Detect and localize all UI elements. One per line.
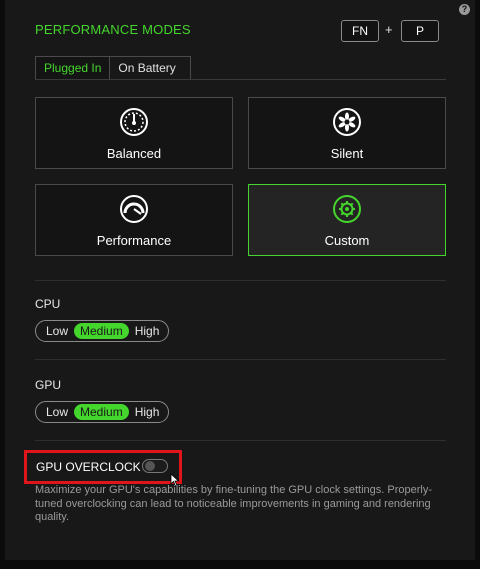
shortcut-key-p: P xyxy=(401,20,439,42)
cpu-option-high[interactable]: High xyxy=(129,323,166,339)
toggle-knob xyxy=(145,461,155,471)
page-title: PERFORMANCE MODES xyxy=(35,22,191,37)
gauge-icon xyxy=(120,108,148,136)
gpu-option-low[interactable]: Low xyxy=(40,404,74,420)
cpu-option-low[interactable]: Low xyxy=(40,323,74,339)
tab-on-battery[interactable]: On Battery xyxy=(110,57,183,79)
gpu-overclock-toggle[interactable] xyxy=(142,459,168,473)
cpu-option-medium[interactable]: Medium xyxy=(74,323,129,339)
divider xyxy=(35,359,446,360)
mode-label: Performance xyxy=(96,233,172,248)
gpu-overclock-label: GPU OVERCLOCK xyxy=(36,460,141,474)
mode-silent[interactable]: Silent xyxy=(248,97,446,169)
mode-balanced[interactable]: Balanced xyxy=(35,97,233,169)
mode-label: Silent xyxy=(330,146,364,161)
shortcut-key-fn: FN xyxy=(341,20,379,42)
gpu-level-selector: Low Medium High xyxy=(35,401,169,423)
fan-icon xyxy=(333,108,361,136)
gpu-label: GPU xyxy=(35,378,62,392)
divider xyxy=(35,280,446,281)
mode-label: Custom xyxy=(324,233,370,248)
mode-custom[interactable]: Custom xyxy=(248,184,446,256)
gear-icon xyxy=(333,195,361,223)
tab-divider xyxy=(35,79,446,80)
cpu-level-selector: Low Medium High xyxy=(35,320,169,342)
gpu-option-medium[interactable]: Medium xyxy=(74,404,129,420)
help-icon[interactable]: ? xyxy=(459,4,470,15)
cpu-label: CPU xyxy=(35,297,61,311)
mode-label: Balanced xyxy=(106,146,162,161)
speedometer-icon xyxy=(120,195,148,223)
gpu-overclock-description: Maximize your GPU's capabilities by fine… xyxy=(35,484,433,523)
gpu-option-high[interactable]: High xyxy=(129,404,166,420)
tab-bar: Plugged In On Battery xyxy=(35,56,191,80)
tab-plugged-in[interactable]: Plugged In xyxy=(36,57,111,79)
divider xyxy=(35,440,446,441)
mode-performance[interactable]: Performance xyxy=(35,184,233,256)
shortcut-plus: + xyxy=(385,22,393,37)
